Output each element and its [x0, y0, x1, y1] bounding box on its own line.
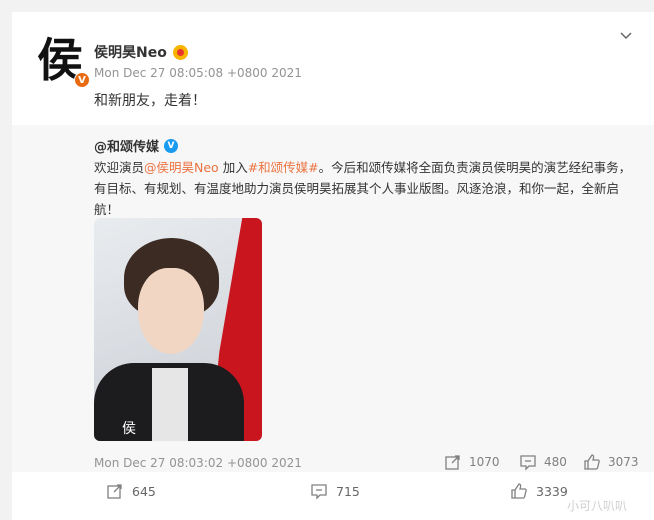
repost-share-count: 1070 — [469, 455, 500, 469]
verified-badge-icon: V — [74, 72, 90, 88]
repost-timestamp[interactable]: Mon Dec 27 08:03:02 +0800 2021 — [94, 456, 302, 470]
chevron-down-icon[interactable] — [618, 28, 634, 44]
username-link[interactable]: 侯明昊Neo — [94, 42, 167, 62]
like-button[interactable]: 3339 — [510, 482, 568, 500]
repost-button[interactable]: 645 — [106, 482, 156, 500]
thumbs-up-icon — [584, 454, 600, 470]
share-icon — [445, 455, 460, 470]
thumbs-up-icon — [511, 483, 527, 499]
comment-button[interactable]: 715 — [310, 482, 360, 500]
comment-count: 715 — [336, 483, 360, 499]
repost-comment-count: 480 — [544, 455, 567, 469]
hashtag-link[interactable]: #和颂传媒# — [248, 160, 319, 175]
post-photo[interactable]: 侯 — [94, 218, 262, 441]
photo-signature: 侯 — [122, 421, 136, 437]
repost-text-mid: 加入 — [218, 160, 248, 175]
post-text: 和新朋友，走着！ — [94, 93, 206, 109]
share-icon — [107, 484, 122, 499]
repost-text: 欢迎演员@侯明昊Neo 加入#和颂传媒#。今后和颂传媒将全面负责演员侯明昊的演艺… — [94, 157, 634, 220]
comment-icon — [520, 455, 536, 471]
verified-blue-icon: V — [164, 138, 179, 153]
watermark: 小可八叭叭 — [567, 499, 628, 513]
repost-comment-button[interactable]: 480 — [519, 453, 567, 471]
like-count: 3339 — [536, 483, 568, 499]
repost-username-link[interactable]: @和颂传媒 — [94, 136, 159, 155]
vip-icon — [172, 44, 188, 60]
repost-author: @和颂传媒 V — [94, 136, 179, 155]
mention-link[interactable]: @侯明昊Neo — [144, 160, 219, 175]
photo-face — [138, 268, 204, 354]
photo-shirt — [152, 368, 188, 441]
weibo-post-card: 侯 V 侯明昊Neo Mon Dec 27 08:05:08 +0800 202… — [12, 12, 654, 520]
repost-text-prefix: 欢迎演员 — [94, 160, 145, 175]
avatar[interactable]: 侯 V — [32, 32, 90, 88]
repost-like-button[interactable]: 3073 — [583, 453, 639, 471]
repost-share-button[interactable]: 1070 — [444, 453, 500, 471]
post-timestamp[interactable]: Mon Dec 27 08:05:08 +0800 2021 — [94, 66, 302, 80]
reposted-content: @和颂传媒 V 欢迎演员@侯明昊Neo 加入#和颂传媒#。今后和颂传媒将全面负责… — [12, 125, 654, 472]
comment-icon — [311, 484, 327, 500]
repost-count: 645 — [132, 483, 156, 499]
post-author: 侯明昊Neo — [94, 42, 188, 62]
repost-like-count: 3073 — [608, 455, 639, 469]
